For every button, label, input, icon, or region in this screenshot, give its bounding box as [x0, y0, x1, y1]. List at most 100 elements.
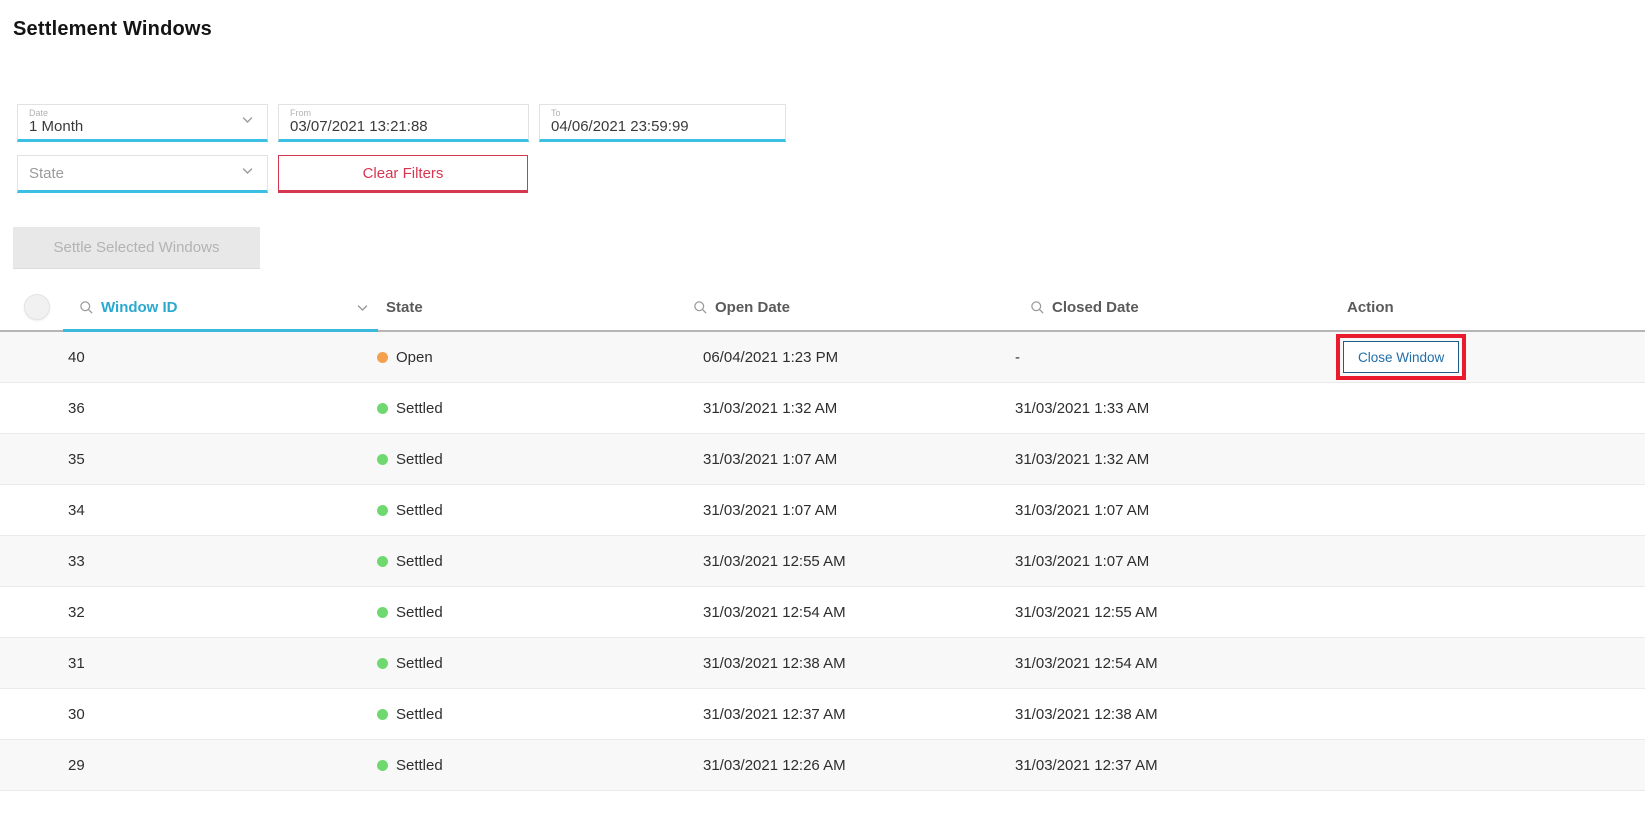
state-dot	[377, 607, 388, 618]
table-row: 30 Settled 31/03/2021 12:37 AM 31/03/202…	[0, 689, 1645, 740]
header-open-date-label: Open Date	[715, 299, 790, 316]
state-select-placeholder: State	[29, 165, 64, 182]
window-id-cell: 40	[62, 349, 372, 366]
from-date-input[interactable]: From 03/07/2021 13:21:88	[278, 104, 529, 142]
state-cell: Settled	[372, 655, 690, 672]
chevron-down-icon	[240, 163, 255, 183]
table-body: 40 Open 06/04/2021 1:23 PM - Close Windo…	[0, 332, 1645, 791]
to-date-input[interactable]: To 04/06/2021 23:59:99	[539, 104, 786, 142]
window-id-cell: 36	[62, 400, 372, 417]
table-row: 35 Settled 31/03/2021 1:07 AM 31/03/2021…	[0, 434, 1645, 485]
state-label: Settled	[396, 655, 443, 672]
table-row: 34 Settled 31/03/2021 1:07 AM 31/03/2021…	[0, 485, 1645, 536]
select-all-cell	[0, 294, 62, 320]
filters-panel: Date 1 Month From 03/07/2021 13:21:88 To…	[17, 104, 1645, 193]
open-date-cell: 31/03/2021 12:54 AM	[690, 604, 1012, 621]
page-title: Settlement Windows	[13, 18, 1645, 41]
state-dot	[377, 352, 388, 363]
table-row: 32 Settled 31/03/2021 12:54 AM 31/03/202…	[0, 587, 1645, 638]
open-date-cell: 31/03/2021 12:26 AM	[690, 757, 1012, 774]
state-cell: Settled	[372, 400, 690, 417]
to-input-label: To	[551, 108, 751, 118]
state-label: Settled	[396, 706, 443, 723]
closed-date-cell: 31/03/2021 12:54 AM	[1012, 655, 1347, 672]
closed-date-cell: -	[1012, 349, 1347, 366]
closed-date-cell: 31/03/2021 1:32 AM	[1012, 451, 1347, 468]
from-input-value: 03/07/2021 13:21:88	[290, 118, 494, 136]
open-date-cell: 31/03/2021 1:32 AM	[690, 400, 1012, 417]
state-cell: Settled	[372, 553, 690, 570]
select-all-checkbox[interactable]	[24, 294, 50, 320]
open-date-cell: 06/04/2021 1:23 PM	[690, 349, 1012, 366]
header-action-label: Action	[1347, 299, 1394, 316]
window-id-cell: 29	[62, 757, 372, 774]
state-label: Settled	[396, 451, 443, 468]
open-date-cell: 31/03/2021 12:55 AM	[690, 553, 1012, 570]
to-input-value: 04/06/2021 23:59:99	[551, 118, 751, 136]
closed-date-cell: 31/03/2021 12:38 AM	[1012, 706, 1347, 723]
settlement-windows-table: Window ID State Open Date Closed Date Ac…	[0, 284, 1645, 791]
open-date-cell: 31/03/2021 12:37 AM	[690, 706, 1012, 723]
header-state-label: State	[386, 299, 423, 316]
window-id-cell: 35	[62, 451, 372, 468]
chevron-down-icon	[240, 112, 255, 132]
window-id-cell: 32	[62, 604, 372, 621]
state-dot	[377, 454, 388, 465]
open-date-cell: 31/03/2021 1:07 AM	[690, 451, 1012, 468]
window-id-cell: 31	[62, 655, 372, 672]
sort-chevron-down-icon[interactable]	[355, 300, 370, 315]
state-cell: Settled	[372, 451, 690, 468]
table-row: 40 Open 06/04/2021 1:23 PM - Close Windo…	[0, 332, 1645, 383]
state-dot	[377, 658, 388, 669]
date-select-value: 1 Month	[29, 118, 233, 136]
settle-selected-windows-button[interactable]: Settle Selected Windows	[13, 227, 260, 269]
table-row: 29 Settled 31/03/2021 12:26 AM 31/03/202…	[0, 740, 1645, 791]
clear-filters-button[interactable]: Clear Filters	[278, 155, 528, 193]
state-label: Settled	[396, 757, 443, 774]
header-state[interactable]: State	[372, 299, 690, 316]
state-cell: Settled	[372, 604, 690, 621]
state-label: Settled	[396, 502, 443, 519]
date-select-label: Date	[29, 108, 233, 118]
close-window-button[interactable]: Close Window	[1343, 341, 1459, 373]
window-id-cell: 34	[62, 502, 372, 519]
state-label: Settled	[396, 553, 443, 570]
table-row: 36 Settled 31/03/2021 1:32 AM 31/03/2021…	[0, 383, 1645, 434]
open-date-cell: 31/03/2021 1:07 AM	[690, 502, 1012, 519]
header-open-date[interactable]: Open Date	[690, 299, 1012, 316]
from-input-label: From	[290, 108, 494, 118]
window-id-cell: 30	[62, 706, 372, 723]
state-label: Settled	[396, 604, 443, 621]
state-label: Settled	[396, 400, 443, 417]
header-action: Action	[1347, 299, 1645, 316]
date-range-select[interactable]: Date 1 Month	[17, 104, 268, 142]
action-cell: Close Window	[1347, 334, 1645, 380]
state-select[interactable]: State	[17, 155, 268, 193]
closed-date-cell: 31/03/2021 1:33 AM	[1012, 400, 1347, 417]
state-cell: Settled	[372, 757, 690, 774]
state-dot	[377, 709, 388, 720]
closed-date-cell: 31/03/2021 1:07 AM	[1012, 502, 1347, 519]
header-closed-date-label: Closed Date	[1052, 299, 1139, 316]
search-icon[interactable]	[693, 300, 708, 315]
header-window-id[interactable]: Window ID	[62, 299, 372, 316]
closed-date-cell: 31/03/2021 12:37 AM	[1012, 757, 1347, 774]
state-dot	[377, 505, 388, 516]
header-window-id-label: Window ID	[101, 299, 178, 316]
state-dot	[377, 760, 388, 771]
closed-date-cell: 31/03/2021 1:07 AM	[1012, 553, 1347, 570]
state-cell: Settled	[372, 706, 690, 723]
window-id-cell: 33	[62, 553, 372, 570]
state-cell: Settled	[372, 502, 690, 519]
search-icon[interactable]	[79, 300, 94, 315]
header-closed-date[interactable]: Closed Date	[1012, 299, 1347, 316]
annotation-highlight-box: Close Window	[1336, 334, 1466, 380]
state-dot	[377, 556, 388, 567]
open-date-cell: 31/03/2021 12:38 AM	[690, 655, 1012, 672]
table-row: 33 Settled 31/03/2021 12:55 AM 31/03/202…	[0, 536, 1645, 587]
closed-date-cell: 31/03/2021 12:55 AM	[1012, 604, 1347, 621]
search-icon[interactable]	[1030, 300, 1045, 315]
filter-row-2: State Clear Filters	[17, 155, 1645, 193]
state-cell: Open	[372, 349, 690, 366]
table-row: 31 Settled 31/03/2021 12:38 AM 31/03/202…	[0, 638, 1645, 689]
